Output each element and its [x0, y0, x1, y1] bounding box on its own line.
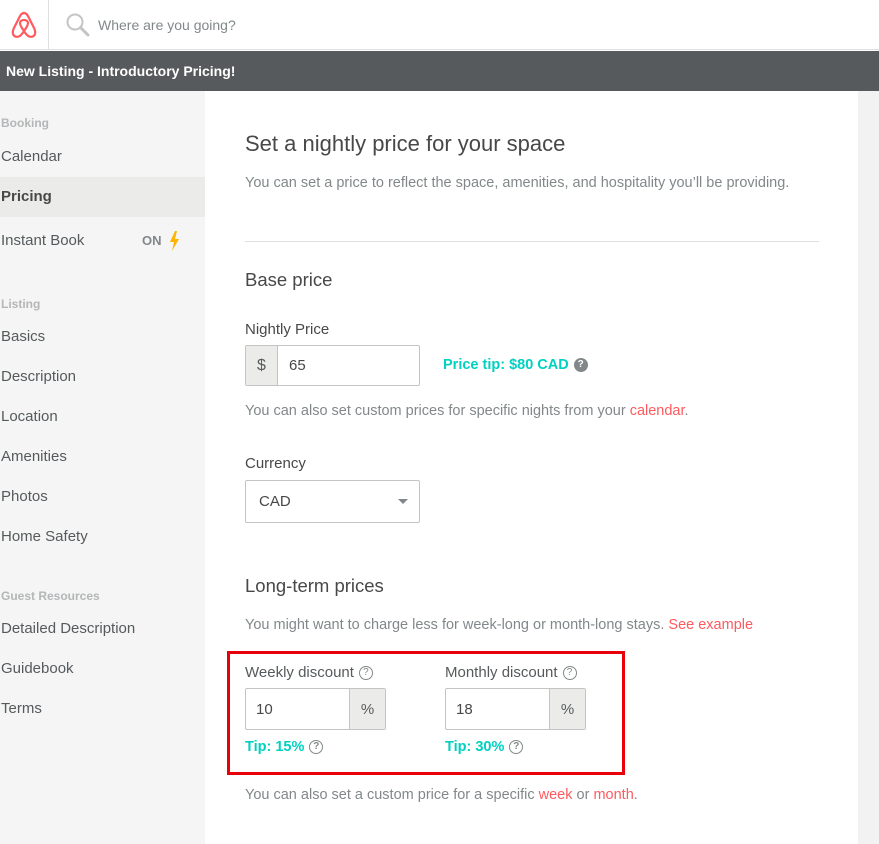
sidebar-item-guidebook[interactable]: Guidebook — [0, 649, 205, 689]
sidebar-item-label: Guidebook — [1, 660, 74, 677]
help-icon[interactable]: ? — [309, 740, 324, 754]
or-text: or — [572, 787, 594, 803]
lightning-bolt-icon — [170, 231, 179, 251]
sidebar-item-label: Pricing — [1, 188, 52, 205]
see-example-link[interactable]: See example — [668, 617, 753, 633]
calendar-link[interactable]: calendar — [630, 403, 685, 419]
sidebar-item-label: Location — [1, 408, 58, 425]
period: . — [633, 787, 638, 803]
sidebar-item-detailed-description[interactable]: Detailed Description — [0, 609, 205, 649]
sidebar-heading-listing: Listing — [1, 297, 41, 311]
pricing-panel: Set a nightly price for your space You c… — [205, 91, 858, 844]
airbnb-logo-icon — [11, 11, 37, 38]
page-subtitle: You can set a price to reflect the space… — [245, 175, 790, 191]
percent-addon: % — [549, 689, 585, 729]
sidebar-item-terms[interactable]: Terms — [0, 689, 205, 729]
sidebar-item-label: Photos — [1, 488, 48, 505]
month-link[interactable]: month — [593, 787, 633, 803]
nightly-price-label: Nightly Price — [245, 321, 330, 338]
help-icon[interactable]: ? — [358, 665, 373, 680]
currency-selected-value: CAD — [259, 493, 291, 510]
sidebar-item-label: Description — [1, 368, 77, 385]
sidebar-item-description[interactable]: Description — [0, 357, 205, 397]
page-title: Set a nightly price for your space — [245, 131, 566, 156]
monthly-discount-input[interactable] — [446, 689, 549, 729]
week-link[interactable]: week — [539, 787, 573, 803]
right-gutter — [858, 91, 879, 844]
sidebar-heading-guest-resources: Guest Resources — [1, 589, 100, 603]
weekly-tip-text: Tip: 15% — [245, 739, 305, 755]
weekly-discount-tip: Tip: 15% ? — [245, 739, 324, 755]
monthly-discount-tip: Tip: 30% ? — [445, 739, 524, 755]
help-icon[interactable]: ? — [509, 740, 524, 754]
search-bar[interactable] — [49, 0, 449, 50]
base-price-heading: Base price — [245, 269, 333, 290]
nightly-price-input[interactable] — [278, 346, 419, 385]
custom-nights-text: You can also set custom prices for speci… — [245, 403, 630, 419]
monthly-tip-text: Tip: 30% — [445, 739, 505, 755]
caret-down-icon — [398, 499, 408, 504]
sidebar-heading-booking: Booking — [1, 116, 49, 130]
sidebar-item-label: Basics — [1, 328, 46, 345]
custom-price-text: You can also set a custom price for a sp… — [245, 787, 539, 803]
sidebar-item-basics[interactable]: Basics — [0, 317, 205, 357]
top-header — [0, 0, 879, 50]
sidebar-item-home-safety[interactable]: Home Safety — [0, 517, 205, 557]
sidebar-item-label: Terms — [1, 700, 42, 717]
percent-addon: % — [349, 689, 385, 729]
currency-symbol: $ — [246, 346, 278, 385]
weekly-discount-label: Weekly discount ? — [245, 664, 373, 681]
sidebar-nav: Booking Calendar Pricing Instant Book ON… — [0, 91, 205, 844]
search-icon — [66, 13, 90, 37]
weekly-discount-input[interactable] — [246, 689, 349, 729]
sidebar-item-label: Detailed Description — [1, 620, 136, 637]
price-tip: Price tip: $80 CAD ? — [443, 357, 588, 373]
introductory-pricing-banner: New Listing - Introductory Pricing! — [0, 51, 879, 91]
help-icon[interactable]: ? — [562, 665, 577, 680]
sidebar-item-label: Home Safety — [1, 528, 88, 545]
sidebar-item-label: Calendar — [1, 148, 62, 165]
weekly-discount-label-text: Weekly discount — [245, 664, 354, 681]
long-term-prices-heading: Long-term prices — [245, 575, 384, 596]
sidebar-item-label: Instant Book — [1, 232, 85, 249]
custom-week-month-help: You can also set a custom price for a sp… — [245, 787, 638, 803]
section-divider — [245, 241, 819, 242]
sidebar-item-amenities[interactable]: Amenities — [0, 437, 205, 477]
help-icon[interactable]: ? — [573, 358, 588, 372]
currency-select[interactable]: CAD — [245, 480, 420, 523]
airbnb-logo[interactable] — [0, 0, 49, 50]
custom-nights-help: You can also set custom prices for speci… — [245, 403, 689, 419]
long-term-description: You might want to charge less for week-l… — [245, 617, 753, 633]
monthly-discount-field[interactable]: % — [445, 688, 586, 730]
sidebar-item-label: Amenities — [1, 448, 67, 465]
currency-label: Currency — [245, 455, 306, 472]
price-tip-text: Price tip: $80 CAD — [443, 357, 569, 373]
search-input[interactable] — [98, 17, 398, 33]
monthly-discount-label: Monthly discount ? — [445, 664, 577, 681]
sidebar-item-calendar[interactable]: Calendar — [0, 137, 205, 177]
sidebar-item-location[interactable]: Location — [0, 397, 205, 437]
sidebar-item-instant-book[interactable]: Instant Book ON — [0, 221, 205, 261]
sidebar-item-pricing[interactable]: Pricing — [0, 177, 205, 217]
monthly-discount-label-text: Monthly discount — [445, 664, 558, 681]
sidebar-item-photos[interactable]: Photos — [0, 477, 205, 517]
period: . — [684, 403, 689, 419]
long-term-description-text: You might want to charge less for week-l… — [245, 617, 669, 633]
weekly-discount-field[interactable]: % — [245, 688, 386, 730]
instant-book-status-badge: ON — [142, 233, 162, 248]
nightly-price-field[interactable]: $ — [245, 345, 420, 386]
